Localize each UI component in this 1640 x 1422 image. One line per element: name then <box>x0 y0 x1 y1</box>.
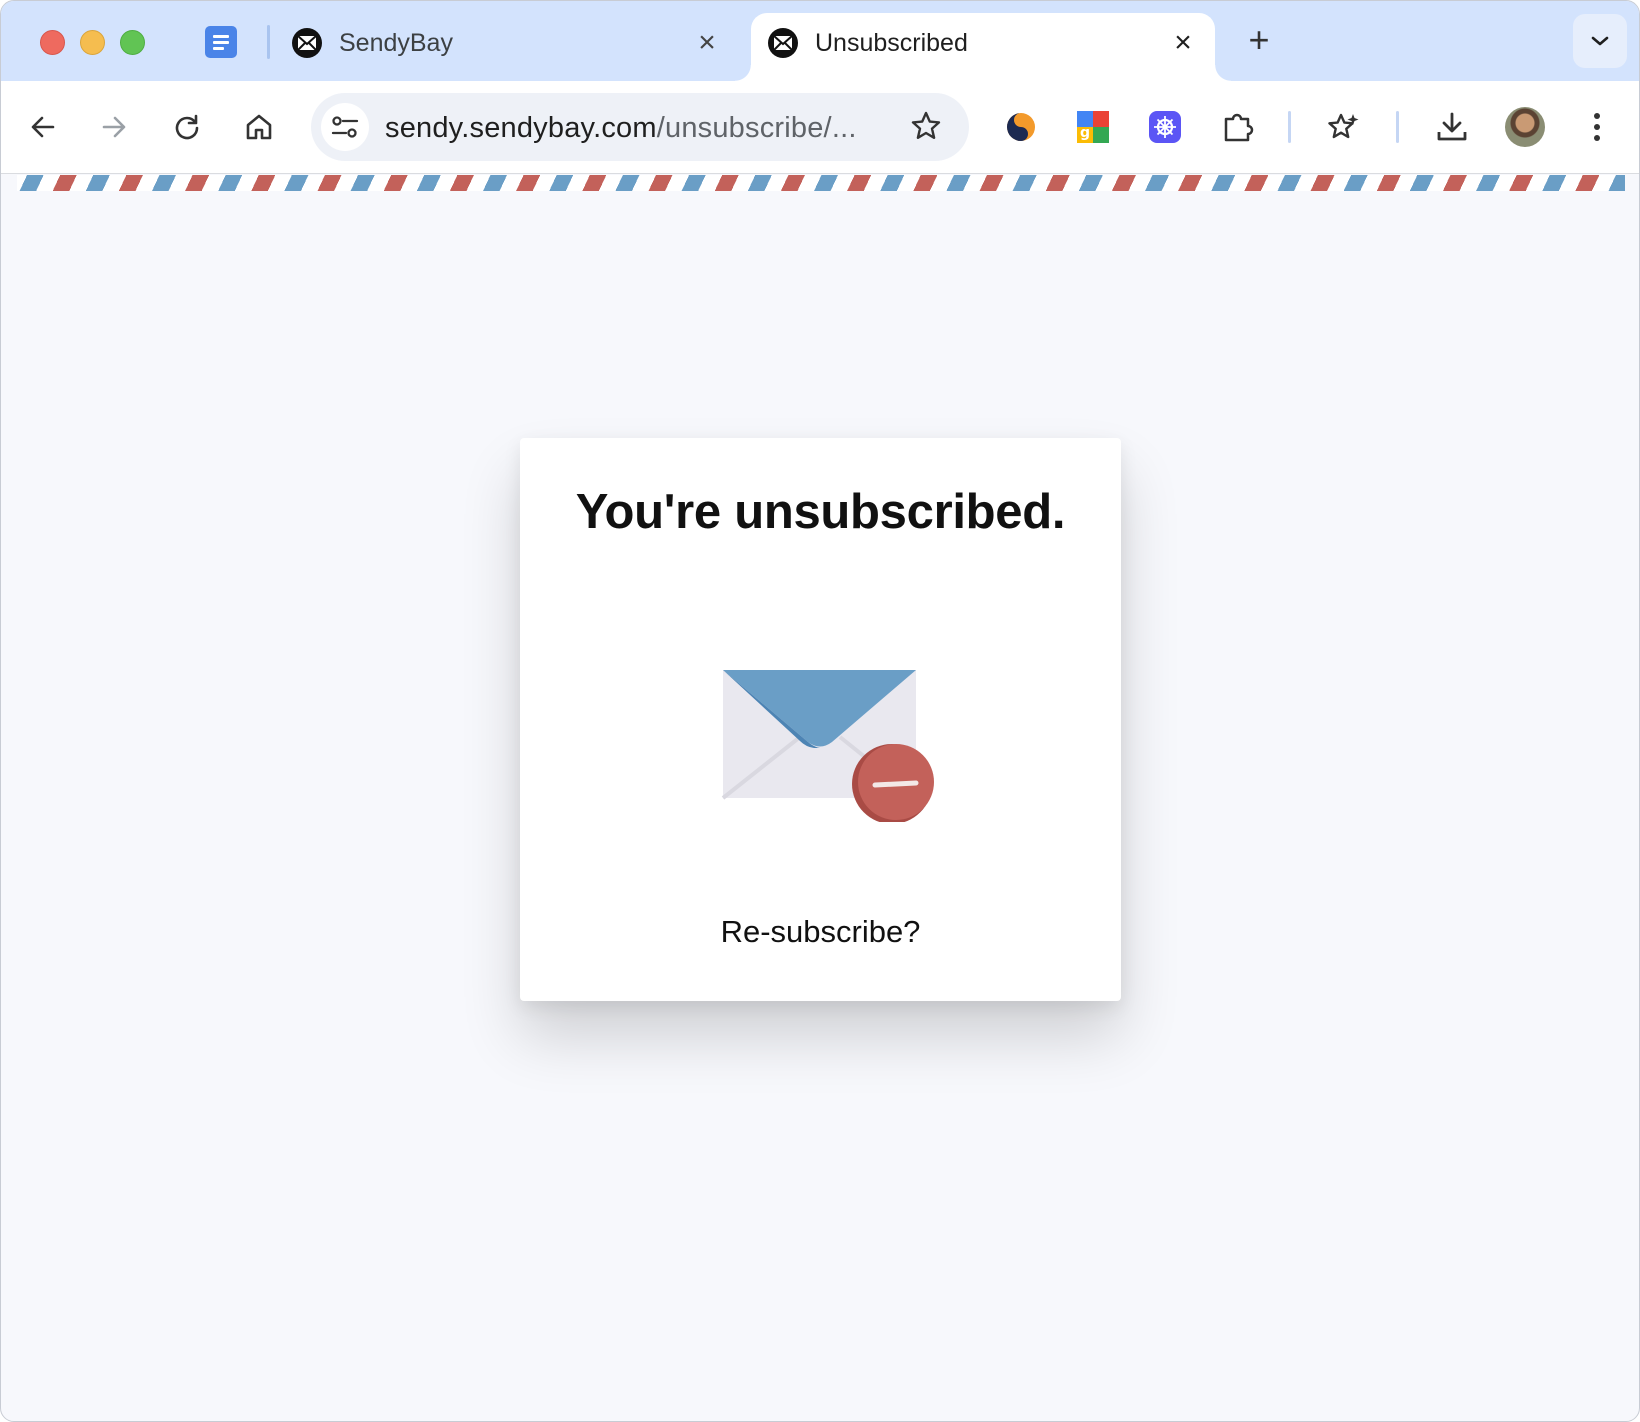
home-button[interactable] <box>236 104 282 150</box>
simplenote-extension-button[interactable] <box>998 104 1044 150</box>
close-window-button[interactable] <box>40 30 65 55</box>
resubscribe-link[interactable]: Re-subscribe? <box>520 912 1121 952</box>
tab-title: SendyBay <box>339 29 453 57</box>
reading-list-button[interactable] <box>1321 104 1367 150</box>
arrow-left-icon <box>31 116 55 138</box>
tab-unsubscribed[interactable]: Unsubscribed × <box>735 13 1231 81</box>
google-translate-icon: g <box>1077 111 1109 143</box>
perplexity-icon <box>1149 111 1181 143</box>
sendy-favicon-icon <box>292 28 322 58</box>
toolbar-divider <box>1288 111 1291 143</box>
tab-title: Unsubscribed <box>815 29 968 57</box>
tab-sendybay[interactable]: SendyBay × <box>281 13 731 81</box>
forward-button[interactable] <box>91 104 137 150</box>
svg-text:g: g <box>1080 125 1090 141</box>
close-tab-icon[interactable]: × <box>1169 28 1197 58</box>
close-tab-icon[interactable]: × <box>693 28 721 58</box>
unsubscribe-card: You're unsubscribed. Re-subscribe? <box>520 438 1121 1001</box>
page-title: You're unsubscribed. <box>575 485 1066 539</box>
minimize-window-button[interactable] <box>80 30 105 55</box>
back-button[interactable] <box>20 104 66 150</box>
download-icon <box>1437 112 1467 141</box>
simplenote-icon <box>1007 113 1035 141</box>
extensions-button[interactable] <box>1215 104 1261 150</box>
chevron-down-icon <box>1591 36 1609 46</box>
downloads-button[interactable] <box>1429 104 1475 150</box>
tab-search-button[interactable] <box>1573 14 1627 68</box>
tab-separator <box>267 25 270 59</box>
tab-strip: SendyBay × Unsubscribed × + <box>1 1 1639 81</box>
url-text[interactable]: sendy.sendybay.com/unsubscribe/... <box>385 111 857 145</box>
browser-window: SendyBay × Unsubscribed × + sendy.sendyb… <box>0 0 1640 1422</box>
bookmark-stars-icon <box>1328 113 1359 139</box>
perplexity-extension-button[interactable] <box>1142 104 1188 150</box>
toolbar-divider <box>1396 111 1399 143</box>
new-tab-button[interactable]: + <box>1239 21 1279 61</box>
airmail-stripe-border <box>17 175 1625 191</box>
more-vert-icon <box>1594 113 1600 141</box>
tune-icon <box>331 116 359 138</box>
site-info-button[interactable] <box>321 103 369 151</box>
bookmark-star-button[interactable] <box>905 105 947 147</box>
home-icon <box>246 114 272 140</box>
sendy-favicon-icon <box>768 28 798 58</box>
star-icon <box>911 111 941 139</box>
pinned-tab-google-docs[interactable] <box>205 26 237 58</box>
google-translate-extension-button[interactable]: g <box>1070 104 1116 150</box>
url-path: /unsubscribe/... <box>656 112 857 144</box>
arrow-right-icon <box>102 116 126 138</box>
maximize-window-button[interactable] <box>120 30 145 55</box>
reload-button[interactable] <box>164 104 210 150</box>
browser-toolbar: sendy.sendybay.com/unsubscribe/... g <box>1 81 1639 174</box>
address-bar[interactable]: sendy.sendybay.com/unsubscribe/... <box>311 93 969 161</box>
envelope-unsubscribe-icon <box>720 652 940 824</box>
reload-icon <box>175 114 199 140</box>
url-host: sendy.sendybay.com <box>385 112 657 144</box>
extensions-puzzle-icon <box>1224 113 1254 142</box>
profile-avatar[interactable] <box>1505 107 1545 147</box>
browser-menu-button[interactable] <box>1574 104 1620 150</box>
